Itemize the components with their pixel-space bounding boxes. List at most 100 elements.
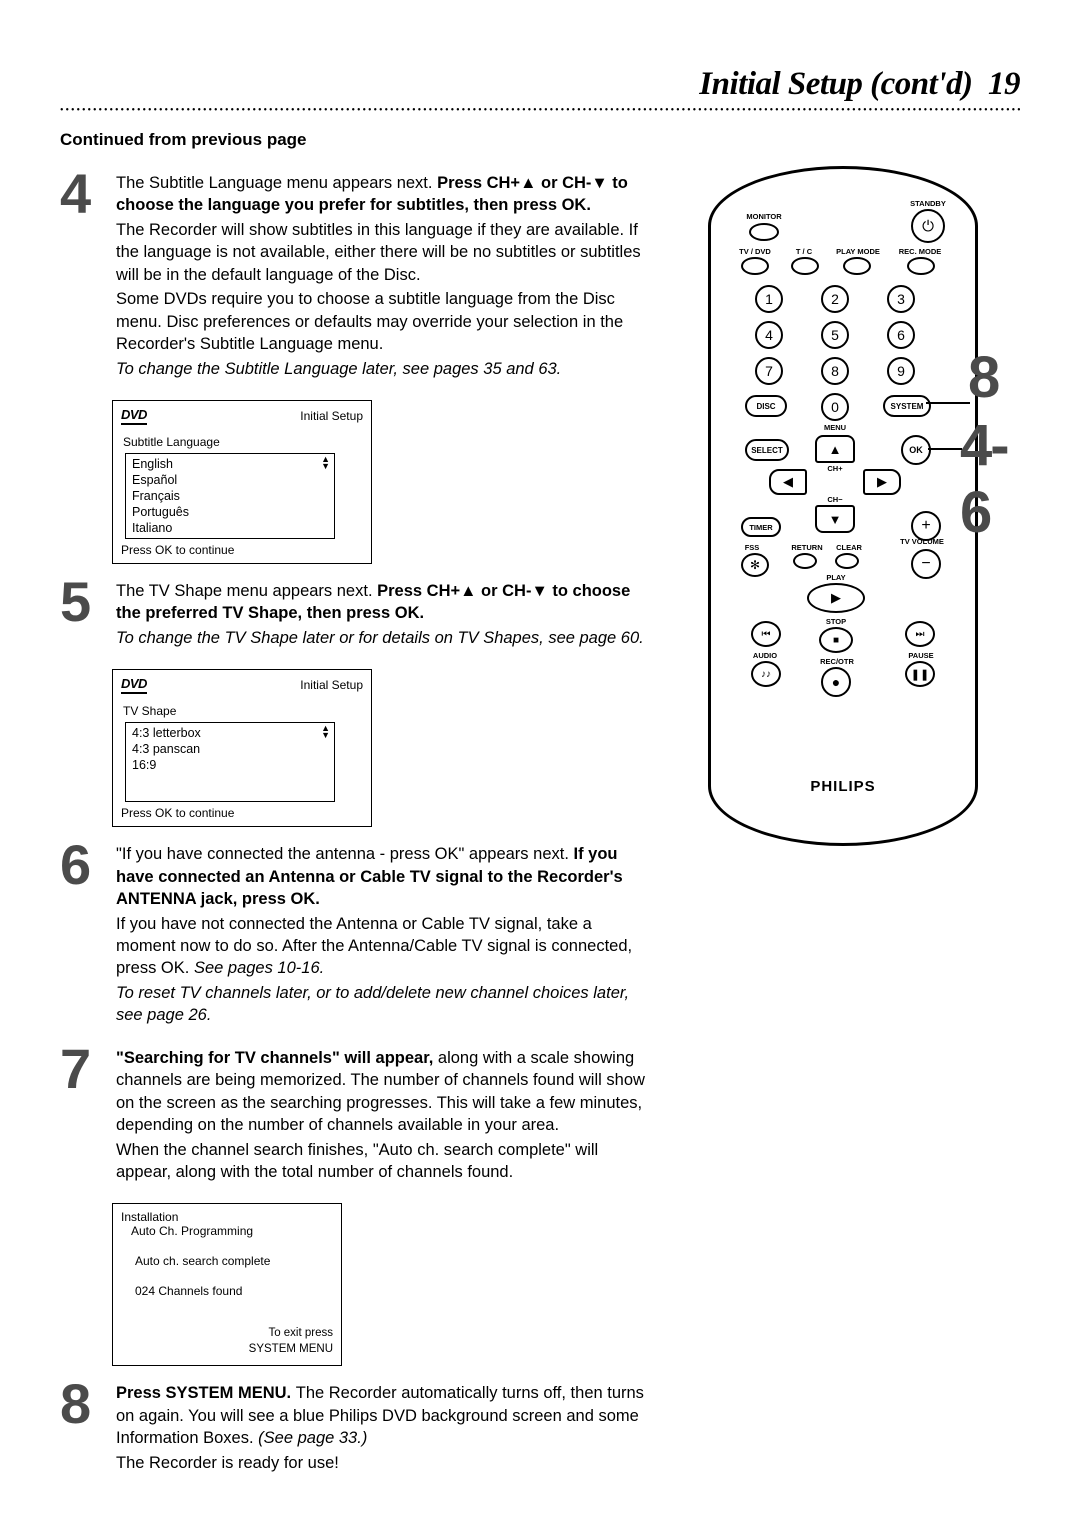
tvdvd-button bbox=[741, 257, 769, 275]
s5-l1a: The TV Shape menu appears next. bbox=[116, 582, 377, 600]
lbl-clear: CLEAR bbox=[831, 543, 867, 552]
step-6-num: 6 bbox=[60, 843, 104, 1027]
prev-button: ⏮ bbox=[751, 621, 781, 647]
osd1-footer: Press OK to continue bbox=[121, 543, 363, 557]
step-6-body: "If you have connected the antenna - pre… bbox=[116, 843, 650, 1027]
step-4-body: The Subtitle Language menu appears next.… bbox=[116, 172, 650, 380]
s4-l3: Some DVDs require you to choose a subtit… bbox=[116, 288, 650, 355]
lbl-recotr: REC/OTR bbox=[815, 657, 859, 666]
lbl-chplus: CH+ bbox=[819, 464, 851, 473]
step-4: 4 The Subtitle Language menu appears nex… bbox=[60, 172, 650, 380]
playmode-button bbox=[843, 257, 871, 275]
s7-l1a: "Searching for TV channels" will appear, bbox=[116, 1049, 438, 1067]
s6-l2b: See pages 10-16. bbox=[194, 959, 324, 977]
tc-button bbox=[791, 257, 819, 275]
step-5-num: 5 bbox=[60, 580, 104, 649]
callout-8: 8 bbox=[968, 344, 1000, 411]
play-button: ▶ bbox=[807, 583, 865, 613]
step-8: 8 Press SYSTEM MENU. The Recorder automa… bbox=[60, 1382, 650, 1474]
osd1-item-0: English bbox=[126, 456, 334, 472]
key-3: 3 bbox=[887, 285, 915, 313]
callout-8-line bbox=[926, 402, 970, 404]
step-4-num: 4 bbox=[60, 172, 104, 380]
lbl-pause: PAUSE bbox=[903, 651, 939, 660]
osd1-menu-list: ▲▼ English Español Français Português It… bbox=[125, 453, 335, 539]
osd3-status: Auto ch. search complete bbox=[135, 1254, 333, 1268]
audio-button: ♪♪ bbox=[751, 661, 781, 687]
s6-l3: To reset TV channels later, or to add/de… bbox=[116, 982, 650, 1027]
lbl-play: PLAY bbox=[821, 573, 851, 582]
lbl-tc: T / C bbox=[789, 247, 819, 256]
osd3-title: Installation bbox=[121, 1210, 333, 1224]
spinner-icon: ▲▼ bbox=[321, 456, 330, 470]
key-7: 7 bbox=[755, 357, 783, 385]
timer-button: TIMER bbox=[741, 517, 781, 537]
step-8-num: 8 bbox=[60, 1382, 104, 1474]
recmode-button bbox=[907, 257, 935, 275]
step-7-body: "Searching for TV channels" will appear,… bbox=[116, 1047, 650, 1184]
lbl-fss: FSS bbox=[737, 543, 767, 552]
step-7: 7 "Searching for TV channels" will appea… bbox=[60, 1047, 650, 1184]
lbl-playmode: PLAY MODE bbox=[831, 247, 885, 256]
stop-button: ■ bbox=[819, 627, 853, 653]
select-button: SELECT bbox=[745, 439, 789, 461]
right-column: MONITOR STANDBY ⏻ TV / DVD T / C PLAY MO… bbox=[686, 172, 1020, 1494]
dvd-logo-2: DVD bbox=[121, 676, 147, 694]
osd1-menu-label: Subtitle Language bbox=[123, 435, 363, 449]
next-button: ⏭ bbox=[905, 621, 935, 647]
osd3-found: 024 Channels found bbox=[135, 1284, 333, 1298]
return-button bbox=[793, 553, 817, 569]
key-5: 5 bbox=[821, 321, 849, 349]
lbl-menu: MENU bbox=[819, 423, 851, 432]
osd3-footer2: SYSTEM MENU bbox=[121, 1342, 333, 1358]
osd2-footer: Press OK to continue bbox=[121, 806, 363, 820]
callout-4-6: 4-6 bbox=[960, 412, 1018, 546]
osd1-item-1: Español bbox=[126, 472, 334, 488]
s8-l1a: Press SYSTEM MENU. bbox=[116, 1384, 296, 1402]
key-1: 1 bbox=[755, 285, 783, 313]
s8-l2: The Recorder is ready for use! bbox=[116, 1452, 650, 1474]
continued-label: Continued from previous page bbox=[60, 130, 1020, 150]
minus-button: − bbox=[911, 549, 941, 579]
step-5: 5 The TV Shape menu appears next. Press … bbox=[60, 580, 650, 649]
lbl-tvdvd: TV / DVD bbox=[735, 247, 775, 256]
osd2-item-1: 4:3 panscan bbox=[126, 741, 334, 757]
osd-installation: Installation Auto Ch. Programming Auto c… bbox=[112, 1203, 342, 1366]
key-9: 9 bbox=[887, 357, 915, 385]
remote-illustration: MONITOR STANDBY ⏻ TV / DVD T / C PLAY MO… bbox=[708, 166, 1018, 886]
osd1-item-4: Italiano bbox=[126, 520, 334, 536]
standby-button: ⏻ bbox=[911, 209, 945, 243]
s8-l1c: (See page 33.) bbox=[258, 1429, 367, 1447]
osd1-header-right: Initial Setup bbox=[300, 409, 363, 423]
osd2-item-0: 4:3 letterbox bbox=[126, 725, 334, 741]
step-8-body: Press SYSTEM MENU. The Recorder automati… bbox=[116, 1382, 650, 1474]
nav-left-button: ◀ bbox=[769, 469, 807, 495]
key-2: 2 bbox=[821, 285, 849, 313]
rec-button: ● bbox=[821, 667, 851, 697]
nav-right-button: ▶ bbox=[863, 469, 901, 495]
nav-down-button: ▼ bbox=[815, 505, 855, 533]
lbl-audio: AUDIO bbox=[747, 651, 783, 660]
spinner-icon-2: ▲▼ bbox=[321, 725, 330, 739]
lbl-recmode: REC. MODE bbox=[893, 247, 947, 256]
osd3-subtitle: Auto Ch. Programming bbox=[131, 1224, 333, 1238]
left-column: 4 The Subtitle Language menu appears nex… bbox=[60, 172, 650, 1494]
step-6: 6 "If you have connected the antenna - p… bbox=[60, 843, 650, 1027]
osd1-item-2: Français bbox=[126, 488, 334, 504]
osd2-menu-list: ▲▼ 4:3 letterbox 4:3 panscan 16:9 bbox=[125, 722, 335, 802]
s4-l4: To change the Subtitle Language later, s… bbox=[116, 358, 650, 380]
key-0: 0 bbox=[821, 393, 849, 421]
s5-l2: To change the TV Shape later or for deta… bbox=[116, 627, 650, 649]
dotted-rule: ••••••••••••••••••••••••••••••••••••••••… bbox=[60, 105, 1020, 116]
step-5-body: The TV Shape menu appears next. Press CH… bbox=[116, 580, 650, 649]
pause-button: ❚❚ bbox=[905, 661, 935, 687]
page-header: Initial Setup (cont'd) 19 bbox=[60, 66, 1020, 103]
osd2-header-right: Initial Setup bbox=[300, 678, 363, 692]
step-7-num: 7 bbox=[60, 1047, 104, 1184]
lbl-stop: STOP bbox=[821, 617, 851, 626]
osd2-item-2: 16:9 bbox=[126, 757, 334, 773]
header-title: Initial Setup (cont'd) bbox=[699, 66, 972, 102]
fss-button: ✻ bbox=[741, 553, 769, 577]
osd3-footer1: To exit press bbox=[121, 1326, 333, 1342]
osd2-menu-label: TV Shape bbox=[123, 704, 363, 718]
